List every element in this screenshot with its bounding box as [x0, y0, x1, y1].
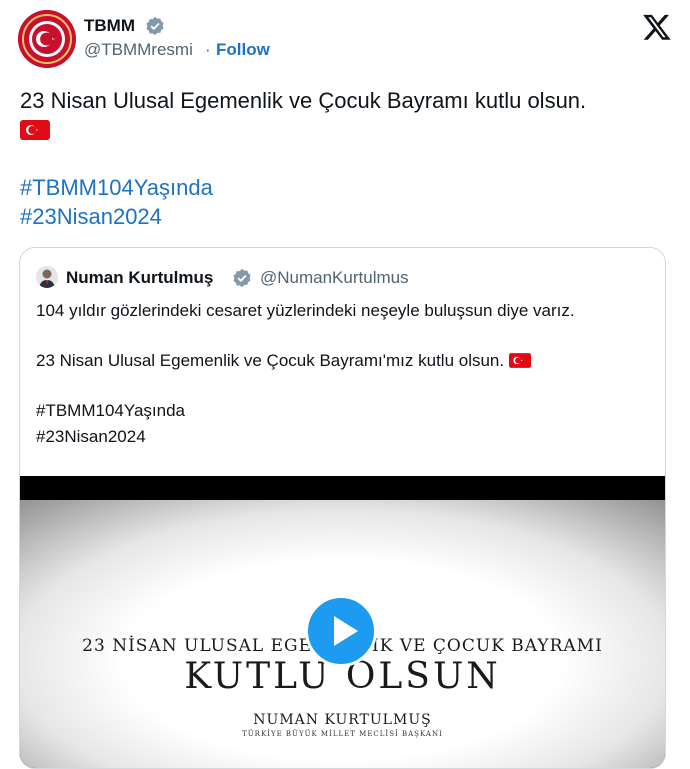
quoted-text-line: 23 Nisan Ulusal Egemenlik ve Çocuk Bayra…	[36, 351, 505, 370]
quoted-author-name[interactable]: Numan Kurtulmuş	[66, 268, 213, 288]
turkey-flag-icon	[20, 120, 50, 140]
play-button[interactable]	[305, 595, 377, 667]
video-player[interactable]: 23 NİSAN ULUSAL EGEMENLİK VE ÇOCUK BAYRA…	[20, 476, 665, 768]
verified-badge-icon	[233, 268, 251, 288]
tweet-header: TBMM @TBMMresmi · Follow	[18, 8, 678, 68]
video-caption-role: TÜRKİYE BÜYÜK MİLLET MECLİSİ BAŞKANI	[242, 730, 443, 738]
separator-dot: ·	[205, 40, 211, 59]
quoted-author-handle[interactable]: @NumanKurtulmus	[260, 268, 409, 288]
quoted-hashtag[interactable]: #TBMM104Yaşında	[36, 398, 651, 424]
flag-row	[20, 115, 670, 144]
quoted-text: 104 yıldır gözlerindeki cesaret yüzlerin…	[36, 298, 651, 450]
follow-button[interactable]: Follow	[216, 40, 270, 60]
tbmm-avatar[interactable]	[18, 10, 76, 68]
author-handle[interactable]: @TBMMresmi	[84, 40, 193, 60]
person-avatar-icon	[36, 266, 58, 288]
quoted-tweet[interactable]: Numan Kurtulmuş @NumanKurtulmus 104 yıld…	[19, 247, 666, 769]
verified-badge-icon	[146, 16, 164, 36]
hashtag-link[interactable]: #TBMM104Yaşında	[20, 173, 670, 202]
hashtag-link[interactable]: #23Nisan2024	[20, 202, 670, 231]
author-name[interactable]: TBMM	[84, 16, 135, 36]
turkey-flag-icon	[508, 353, 531, 368]
x-logo-icon[interactable]	[642, 12, 672, 42]
quoted-text-line: 104 yıldır gözlerindeki cesaret yüzlerin…	[36, 301, 575, 320]
tbmm-emblem-icon	[18, 10, 76, 68]
play-icon	[334, 616, 358, 646]
tweet-text-line: 23 Nisan Ulusal Egemenlik ve Çocuk Bayra…	[20, 88, 587, 113]
quoted-avatar[interactable]	[36, 266, 58, 288]
video-caption-name: NUMAN KURTULMUŞ	[253, 712, 432, 728]
quoted-hashtag[interactable]: #23Nisan2024	[36, 424, 651, 450]
tweet-body: 23 Nisan Ulusal Egemenlik ve Çocuk Bayra…	[20, 86, 670, 231]
quoted-text-line-with-flag: 23 Nisan Ulusal Egemenlik ve Çocuk Bayra…	[36, 348, 651, 374]
